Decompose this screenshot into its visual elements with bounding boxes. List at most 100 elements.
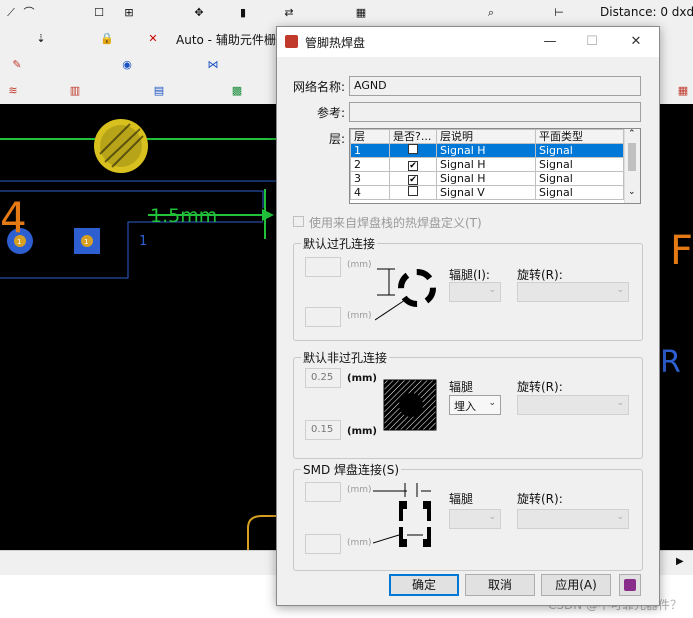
- auto-grid-combo[interactable]: Auto - 辅助元件栅格: [176, 31, 276, 48]
- row-layer: 3: [350, 171, 390, 186]
- rect-tool-icon[interactable]: ☐: [92, 6, 106, 20]
- dialog-titlebar[interactable]: 管脚热焊盘 — ☐ ✕: [277, 27, 659, 57]
- table-row[interactable]: 4 Signal V Signal: [350, 185, 624, 200]
- via-width-field: [305, 257, 341, 277]
- smd-rotate-label: 旋转(R):: [517, 492, 563, 506]
- help-button[interactable]: [619, 574, 641, 596]
- move-tool-icon[interactable]: ✥: [192, 6, 206, 20]
- use-stack-label: 使用来自焊盘栈的热焊盘定义(T): [309, 216, 482, 230]
- row-layer: 2: [350, 157, 390, 172]
- net-icon[interactable]: ⋈: [206, 58, 220, 72]
- col-plane-type[interactable]: 平面类型: [535, 129, 624, 144]
- row-desc: Signal V: [436, 185, 536, 200]
- reference-label: 参考:: [316, 106, 345, 120]
- nonvia-clearance-field: 0.15: [305, 420, 341, 440]
- scroll-up-icon[interactable]: ⌃: [628, 129, 636, 139]
- plane-icon[interactable]: ▦: [676, 84, 690, 98]
- dialog-title: 管脚热焊盘: [305, 36, 366, 50]
- nonvia-rotate-select: ⌄: [517, 395, 629, 415]
- smd-unit-1: (mm): [347, 485, 372, 495]
- layer-icon[interactable]: ▩: [230, 84, 244, 98]
- nonvia-thermal-diagram: [383, 379, 437, 431]
- smd-group-legend: SMD 焊盘连接(S): [301, 461, 402, 478]
- use-stack-checkbox[interactable]: [293, 216, 304, 227]
- net-name-field: AGND: [349, 76, 641, 96]
- close-button[interactable]: ✕: [625, 32, 647, 52]
- digit-four-label: 4: [0, 193, 27, 242]
- layer-checkbox[interactable]: ✔: [408, 161, 418, 171]
- dimension-label: 1.5mm: [150, 205, 217, 227]
- line-tool-icon[interactable]: ⟋: [4, 6, 18, 20]
- cell-icon[interactable]: ▤: [152, 84, 166, 98]
- component-tool-icon[interactable]: ▮: [236, 6, 250, 20]
- row-desc: Signal H: [436, 171, 536, 186]
- arc-tool-icon[interactable]: ⌒: [22, 6, 36, 20]
- ok-button[interactable]: 确定: [389, 574, 459, 596]
- table-row[interactable]: 2 ✔ Signal H Signal: [350, 157, 624, 172]
- route-tool-icon[interactable]: ⇄: [282, 6, 296, 20]
- smd-width-field: [305, 482, 341, 502]
- thermal-pad-dialog: 管脚热焊盘 — ☐ ✕ 网络名称: AGND 参考: 层: 层 是否?... 层…: [276, 26, 660, 606]
- array-tool-icon[interactable]: ▦: [354, 6, 368, 20]
- row-plane: Signal: [535, 171, 624, 186]
- ratsnest-icon[interactable]: ≋: [6, 84, 20, 98]
- via-icon[interactable]: ◉: [120, 58, 134, 72]
- nonvia-unit-2: (mm): [347, 426, 377, 437]
- minimize-button[interactable]: —: [539, 32, 561, 52]
- lock-icon[interactable]: 🔒: [100, 32, 114, 46]
- via-rotate-label: 旋转(R):: [517, 268, 563, 282]
- apply-button[interactable]: 应用(A): [541, 574, 611, 596]
- status-distance: Distance: 0 dxdy: 0: [600, 5, 693, 19]
- layer-table-scrollbar[interactable]: ⌃ ⌄: [624, 129, 640, 203]
- row-layer: 4: [350, 185, 390, 200]
- cancel-button[interactable]: 取消: [465, 574, 535, 596]
- toolbar-row-1: ⟋ ⌒ ☐ ⊞ ✥ ▮ ⇄ ▦ ⌕ ⊢ Distance: 0 dxdy: 0: [0, 0, 693, 27]
- layer-checkbox[interactable]: [408, 186, 418, 196]
- chip-icon[interactable]: ▥: [68, 84, 82, 98]
- smd-rotate-select: ⌄: [517, 509, 629, 529]
- draw-icon[interactable]: ✎: [10, 58, 24, 72]
- maximize-button[interactable]: ☐: [581, 32, 603, 52]
- via-unit-1: (mm): [347, 260, 372, 270]
- via-rotate-select: ⌄: [517, 282, 629, 302]
- svg-text:R: R: [660, 345, 681, 380]
- pcb-drawing: 4 1.5mm 1 1 1: [0, 119, 276, 550]
- nonvia-group-legend: 默认非过孔连接: [301, 349, 390, 366]
- via-spoke-select: ⌄: [449, 282, 501, 302]
- smd-unit-2: (mm): [347, 538, 372, 548]
- table-row[interactable]: 1 Signal H Signal: [350, 143, 624, 158]
- measure-tool-icon[interactable]: ⊢: [552, 6, 566, 20]
- net-number-label: 1: [139, 234, 147, 249]
- col-layer[interactable]: 层: [350, 129, 390, 144]
- smd-spoke-label: 辐腿: [449, 492, 474, 506]
- via-spoke-label: 辐腿(I):: [449, 268, 490, 282]
- table-row[interactable]: 3 ✔ Signal H Signal: [350, 171, 624, 186]
- scroll-right-icon[interactable]: ▶: [676, 556, 684, 567]
- pad-label-1: 1: [17, 238, 21, 246]
- search-tool-icon[interactable]: ⌕: [484, 6, 498, 20]
- pad-label-2: 1: [84, 238, 88, 246]
- col-enabled[interactable]: 是否?...: [389, 129, 437, 144]
- col-desc[interactable]: 层说明: [436, 129, 536, 144]
- reference-field[interactable]: [349, 102, 641, 122]
- layers-label: 层:: [328, 132, 345, 146]
- nonvia-width-field: 0.25: [305, 368, 341, 388]
- nonvia-unit-1: (mm): [347, 373, 377, 384]
- pcb-canvas[interactable]: 4 1.5mm 1 1 1: [0, 104, 276, 550]
- row-plane: Signal: [535, 185, 624, 200]
- nonvia-spoke-select[interactable]: 埋入 ⌄: [449, 395, 501, 415]
- pin-icon[interactable]: ⇣: [34, 32, 48, 46]
- layer-table[interactable]: 层 是否?... 层说明 平面类型 1 Signal H Signal 2 ✔ …: [349, 128, 641, 204]
- chevron-down-icon: ⌄: [488, 398, 496, 408]
- layer-checkbox[interactable]: [408, 144, 418, 154]
- via-unit-2: (mm): [347, 311, 372, 321]
- grid-tool-icon[interactable]: ⊞: [122, 6, 136, 20]
- delete-icon[interactable]: ✕: [146, 32, 160, 46]
- svg-text:F: F: [670, 228, 693, 274]
- dialog-app-icon: [285, 35, 298, 48]
- layer-checkbox[interactable]: ✔: [408, 175, 418, 185]
- via-thermal-diagram: [375, 268, 436, 321]
- scroll-down-icon[interactable]: ⌄: [628, 187, 636, 197]
- nonvia-rotate-label: 旋转(R):: [517, 380, 563, 394]
- row-plane: Signal: [535, 157, 624, 172]
